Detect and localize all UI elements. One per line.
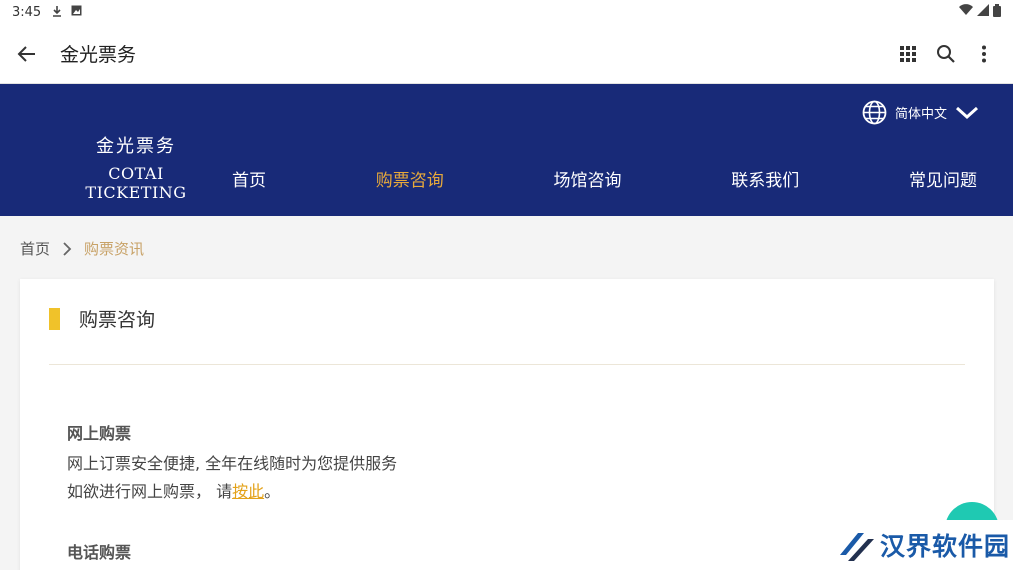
link-prefix: 如欲进行网上购票， 请 (67, 482, 233, 501)
click-here-link[interactable]: 按此 (232, 482, 264, 501)
section-text-link-line: 如欲进行网上购票， 请按此。 (67, 478, 397, 506)
nav-item-venue-info[interactable]: 场馆咨询 (554, 166, 622, 191)
section-title: 网上购票 (67, 424, 132, 443)
nav-item-home[interactable]: 首页 (232, 166, 266, 191)
online-purchase-section: 网上购票 网上订票安全便捷, 全年在线随时为您提供服务 如欲进行网上购票， 请按… (67, 420, 397, 506)
brand-name-cn: 金光票务 (96, 136, 176, 157)
status-time: 3:45 (12, 4, 42, 20)
nav-item-ticket-info[interactable]: 购票咨询 (376, 166, 444, 191)
accent-bar (49, 307, 60, 330)
globe-icon (862, 100, 887, 125)
watermark-text: 汉界软件园 (880, 532, 1011, 561)
card-heading: 购票咨询 (79, 309, 156, 331)
more-vertical-icon (982, 45, 986, 62)
app-title: 金光票务 (60, 44, 137, 66)
grid-icon (900, 45, 916, 62)
section-text: 网上订票安全便捷, 全年在线随时为您提供服务 (67, 454, 398, 473)
brand-logo[interactable]: 金光票务 COTAI TICKETING (58, 132, 214, 202)
breadcrumb-current: 购票资讯 (84, 240, 145, 258)
watermark: 汉界软件园 (832, 520, 1013, 570)
breadcrumb: 首页 购票资讯 (20, 238, 144, 259)
download-icon (51, 5, 63, 20)
chevron-right-icon (63, 241, 72, 256)
language-label: 简体中文 (894, 107, 947, 122)
back-button[interactable] (14, 41, 40, 67)
status-bar: 3:45 (0, 0, 1013, 24)
arrow-left-icon (17, 45, 35, 62)
battery-icon (993, 3, 1001, 21)
language-selector[interactable]: 简体中文 (862, 100, 979, 125)
signal-icon (977, 4, 989, 20)
brand-name-en: COTAI TICKETING (85, 164, 187, 202)
image-notification-icon (71, 5, 82, 19)
section-title: 电话购票 (67, 543, 132, 562)
chevron-down-icon (955, 106, 979, 119)
wifi-icon (959, 4, 973, 20)
app-bar: 金光票务 (0, 24, 1013, 84)
phone-purchase-section: 电话购票 (67, 539, 131, 569)
apps-button[interactable] (889, 35, 927, 73)
more-options-button[interactable] (965, 35, 1003, 73)
card-header: 购票咨询 (49, 305, 155, 332)
main-nav: 首页 购票咨询 场馆咨询 联系我们 常见问题 (232, 166, 977, 191)
breadcrumb-home[interactable]: 首页 (20, 238, 50, 259)
search-icon (937, 44, 955, 63)
site-header: 金光票务 COTAI TICKETING 简体中文 首页 购票咨询 场馆咨询 联… (0, 84, 1013, 216)
search-button[interactable] (927, 35, 965, 73)
link-suffix: 。 (264, 482, 281, 501)
nav-item-faq[interactable]: 常见问题 (909, 166, 977, 191)
nav-item-contact-us[interactable]: 联系我们 (731, 166, 799, 191)
watermark-logo-icon (840, 533, 874, 561)
divider (49, 364, 965, 365)
